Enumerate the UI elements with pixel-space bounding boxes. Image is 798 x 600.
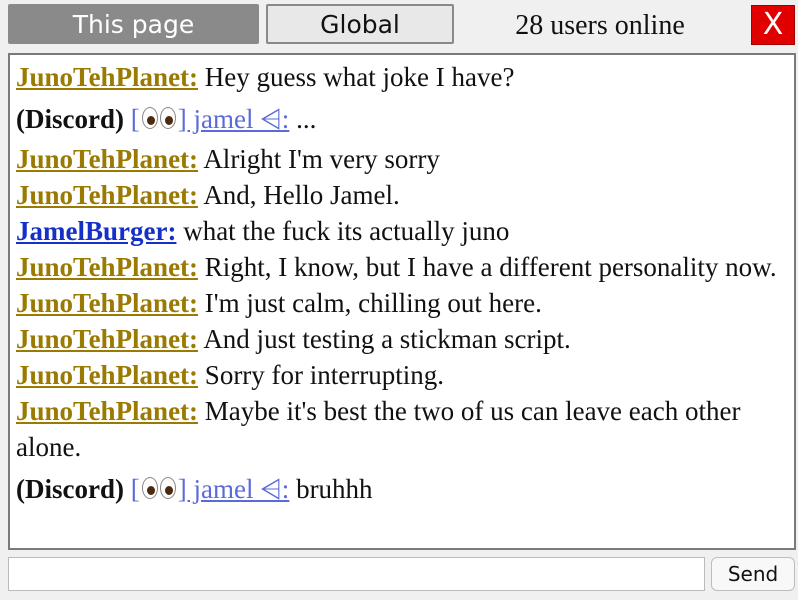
discord-user-link[interactable]: [ ] jamel ⩤:	[131, 104, 290, 134]
username-link[interactable]: JunoTehPlanet:	[16, 180, 198, 210]
discord-username: ] jamel ⩤:	[177, 104, 290, 134]
username-link[interactable]: JunoTehPlanet:	[16, 396, 198, 426]
username-link[interactable]: JunoTehPlanet:	[16, 62, 198, 92]
link-bracket: [	[130, 474, 140, 504]
chat-input[interactable]	[8, 557, 705, 591]
discord-user-link[interactable]: [ ] jamel ⩤:	[131, 474, 290, 504]
discord-message: (Discord) [ ] jamel ⩤: bruhhh	[16, 471, 788, 507]
chat-message: JunoTehPlanet: And, Hello Jamel.	[16, 177, 788, 213]
discord-username: ] jamel ⩤:	[177, 474, 290, 504]
close-button[interactable]: X	[751, 5, 795, 45]
message-text: ...	[296, 104, 317, 134]
chat-message: JamelBurger: what the fuck its actually …	[16, 213, 788, 249]
message-text: Hey guess what joke I have?	[204, 62, 515, 92]
eyes-emoji-icon	[140, 104, 178, 132]
eyes-emoji-icon	[140, 474, 178, 502]
message-text: what the fuck its actually juno	[183, 216, 510, 246]
username-link[interactable]: JunoTehPlanet:	[16, 144, 198, 174]
message-text: I'm just calm, chilling out here.	[204, 288, 542, 318]
username-link[interactable]: JamelBurger:	[16, 216, 176, 246]
message-text: And just testing a stickman script.	[203, 324, 571, 354]
message-text: Right, I know, but I have a different pe…	[204, 252, 777, 282]
chat-message: JunoTehPlanet: Hey guess what joke I hav…	[16, 59, 788, 95]
chat-log[interactable]: JunoTehPlanet: Hey guess what joke I hav…	[8, 53, 796, 550]
top-bar: This page Global 28 users online X	[0, 0, 798, 50]
chat-message: JunoTehPlanet: I'm just calm, chilling o…	[16, 285, 788, 321]
tab-this-page[interactable]: This page	[8, 4, 259, 44]
message-text: And, Hello Jamel.	[203, 180, 400, 210]
username-link[interactable]: JunoTehPlanet:	[16, 252, 198, 282]
message-text: Sorry for interrupting.	[204, 360, 444, 390]
chat-message: JunoTehPlanet: Maybe it's best the two o…	[16, 393, 788, 465]
discord-message: (Discord) [ ] jamel ⩤: ...	[16, 101, 788, 137]
message-text: bruhhh	[296, 474, 373, 504]
username-link[interactable]: JunoTehPlanet:	[16, 360, 198, 390]
chat-message: JunoTehPlanet: Right, I know, but I have…	[16, 249, 788, 285]
link-bracket: [	[130, 104, 140, 134]
input-bar: Send	[0, 553, 798, 600]
chat-message: JunoTehPlanet: And just testing a stickm…	[16, 321, 788, 357]
send-button[interactable]: Send	[711, 557, 795, 591]
discord-tag: (Discord)	[16, 104, 124, 134]
message-text: Alright I'm very sorry	[203, 144, 440, 174]
users-online-count: 28 users online	[515, 10, 685, 41]
username-link[interactable]: JunoTehPlanet:	[16, 288, 198, 318]
username-link[interactable]: JunoTehPlanet:	[16, 324, 198, 354]
tab-global[interactable]: Global	[266, 4, 454, 44]
discord-tag: (Discord)	[16, 474, 124, 504]
chat-message: JunoTehPlanet: Alright I'm very sorry	[16, 141, 788, 177]
chat-message: JunoTehPlanet: Sorry for interrupting.	[16, 357, 788, 393]
